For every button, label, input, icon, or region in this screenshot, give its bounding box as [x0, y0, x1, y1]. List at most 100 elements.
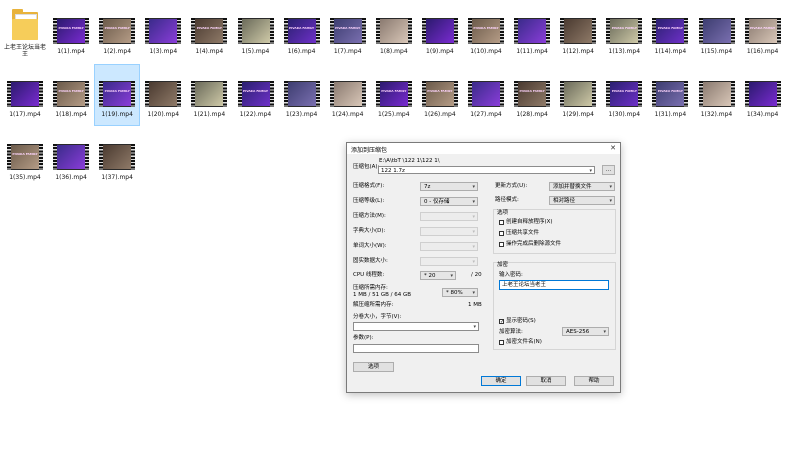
file-item[interactable]: PIVAKA FAMILY 1(19).mp4 [94, 64, 141, 126]
file-label: 1(17).mp4 [9, 111, 41, 118]
video-thumbnail-icon: PIVAKA FAMILY [99, 18, 136, 44]
video-thumbnail-icon: PIVAKA FAMILY [652, 18, 689, 44]
mem-value: 1 MB / 51 GB / 64 GB [353, 292, 412, 298]
chevron-down-icon: ▾ [472, 290, 475, 296]
file-item[interactable]: PIVAKA FAMILY 1(7).mp4 [326, 2, 370, 62]
format-label: 压缩格式(F): [353, 183, 385, 189]
file-item[interactable]: PIVAKA FAMILY 1(22).mp4 [234, 65, 278, 125]
file-item[interactable]: PIVAKA FAMILY 1(2).mp4 [95, 2, 139, 62]
file-item[interactable]: 1(37).mp4 [95, 128, 139, 188]
chevron-down-icon: ▾ [589, 168, 592, 174]
file-item[interactable]: 1(24).mp4 [326, 65, 370, 125]
file-item[interactable]: 1(21).mp4 [187, 65, 231, 125]
video-thumbnail-icon [744, 81, 781, 107]
format-select[interactable]: 7z ▾ [420, 182, 478, 191]
file-item[interactable]: PIVAKA FAMILY 1(4).mp4 [187, 2, 231, 62]
video-thumbnail-icon: PIVAKA FAMILY [237, 81, 274, 107]
update-select[interactable]: 添加并替换文件 ▾ [549, 182, 615, 191]
file-item[interactable]: 1(9).mp4 [418, 2, 462, 62]
ok-button[interactable]: 确定 [481, 376, 521, 386]
show-password-checkbox[interactable]: ✓ [499, 319, 504, 325]
params-input[interactable] [353, 344, 479, 353]
chevron-down-icon: ▾ [450, 273, 453, 279]
thumbnail-caption: PIVAKA FAMILY [335, 26, 361, 30]
folder-item[interactable]: 上老王论坛当老王 [3, 2, 47, 62]
file-item[interactable]: PIVAKA FAMILY 1(6).mp4 [280, 2, 324, 62]
chevron-down-icon: ▾ [472, 214, 475, 220]
thumbnail-caption: PIVAKA FAMILY [242, 89, 269, 93]
solid-select: ▾ [420, 257, 478, 266]
file-item[interactable]: PIVAKA FAMILY 1(25).mp4 [372, 65, 416, 125]
folder-label: 上老王论坛当老王 [3, 44, 46, 58]
file-item[interactable]: 1(15).mp4 [695, 2, 739, 62]
password-input[interactable]: 上老王论坛当老王 [499, 280, 609, 290]
mem-pct-select[interactable]: * 80% ▾ [442, 288, 478, 297]
archive-label: 压缩包(A): [353, 164, 380, 170]
close-icon[interactable]: ✕ [610, 144, 616, 152]
pathmode-select[interactable]: 相对路径 ▾ [549, 196, 615, 205]
cancel-button[interactable]: 取消 [526, 376, 566, 386]
file-item[interactable]: 1(23).mp4 [280, 65, 324, 125]
file-item[interactable]: 1(32).mp4 [695, 65, 739, 125]
file-item[interactable]: PIVAKA FAMILY 1(30).mp4 [602, 65, 646, 125]
file-item[interactable]: 1(8).mp4 [372, 2, 416, 62]
split-select[interactable]: ▾ [353, 322, 479, 331]
thumbnail-caption: PIVAKA FAMILY [196, 26, 222, 30]
file-item[interactable]: PIVAKA FAMILY 1(18).mp4 [49, 65, 93, 125]
file-label: 1(6).mp4 [287, 48, 316, 55]
video-thumbnail-icon: PIVAKA FAMILY [7, 144, 43, 170]
encrypt-method-label: 加密算法: [499, 329, 523, 335]
cpu-select[interactable]: * 20 ▾ [420, 271, 456, 280]
file-item[interactable]: 1(11).mp4 [510, 2, 554, 62]
encrypt-method-select[interactable]: AES-256 ▾ [562, 327, 609, 336]
file-item[interactable]: 1(17).mp4 [3, 65, 47, 125]
method-select: ▾ [420, 212, 478, 221]
browse-button[interactable]: ... [602, 165, 615, 175]
file-item[interactable]: 1(34).mp4 [741, 65, 785, 125]
file-item[interactable]: PIVAKA FAMILY 1(31).mp4 [648, 65, 692, 125]
encrypt-names-checkbox[interactable] [499, 340, 504, 345]
decomp-value: 1 MB [468, 302, 482, 308]
file-label: 1(16).mp4 [746, 48, 779, 55]
options-button[interactable]: 选项 [353, 362, 394, 372]
file-item[interactable]: PIVAKA FAMILY 1(1).mp4 [49, 2, 93, 62]
file-item[interactable]: 1(3).mp4 [141, 2, 185, 62]
file-label: 1(37).mp4 [101, 174, 133, 181]
delete-checkbox[interactable] [499, 242, 504, 247]
video-thumbnail-icon: PIVAKA FAMILY [606, 81, 643, 107]
file-item[interactable]: PIVAKA FAMILY 1(14).mp4 [648, 2, 692, 62]
dict-select: ▾ [420, 227, 478, 236]
file-item[interactable]: 1(5).mp4 [234, 2, 278, 62]
file-item[interactable]: 1(12).mp4 [556, 2, 600, 62]
chevron-down-icon: ▾ [609, 184, 612, 190]
video-thumbnail-icon [468, 81, 504, 107]
cpu-value: * 20 [424, 273, 436, 279]
file-item[interactable]: 1(36).mp4 [49, 128, 93, 188]
shared-checkbox[interactable] [499, 231, 504, 236]
level-select[interactable]: 0 - 仅存储 ▾ [420, 197, 478, 206]
method-label: 压缩方法(M): [353, 213, 386, 219]
file-label: 1(13).mp4 [608, 48, 641, 55]
file-item[interactable]: PIVAKA FAMILY 1(13).mp4 [602, 2, 646, 62]
file-item[interactable]: PIVAKA FAMILY 1(26).mp4 [418, 65, 462, 125]
video-thumbnail-icon [560, 18, 597, 44]
shared-label: 压缩共享文件 [506, 230, 540, 236]
solid-label: 固实数据大小: [353, 258, 388, 264]
archive-name-field[interactable]: 122 1.7z ▾ [378, 166, 595, 174]
file-item[interactable]: PIVAKA FAMILY 1(10).mp4 [464, 2, 508, 62]
thumbnail-caption: PIVAKA FAMILY [58, 89, 84, 93]
file-item[interactable]: 1(27).mp4 [464, 65, 508, 125]
file-item[interactable]: PIVAKA FAMILY 1(28).mp4 [510, 65, 554, 125]
chevron-down-icon: ▾ [472, 259, 475, 265]
video-thumbnail-icon: PIVAKA FAMILY [283, 18, 320, 44]
encrypt-group-title: 加密 [497, 262, 509, 268]
video-thumbnail-icon [191, 81, 228, 107]
thumbnail-caption: PIVAKA FAMILY [657, 26, 683, 30]
help-button[interactable]: 帮助 [574, 376, 614, 386]
video-thumbnail-icon [698, 18, 735, 44]
file-item[interactable]: 1(29).mp4 [556, 65, 600, 125]
sfx-checkbox[interactable] [499, 220, 504, 225]
file-item[interactable]: PIVAKA FAMILY 1(35).mp4 [3, 128, 47, 188]
file-item[interactable]: PIVAKA FAMILY 1(16).mp4 [741, 2, 785, 62]
file-item[interactable]: 1(20).mp4 [141, 65, 185, 125]
